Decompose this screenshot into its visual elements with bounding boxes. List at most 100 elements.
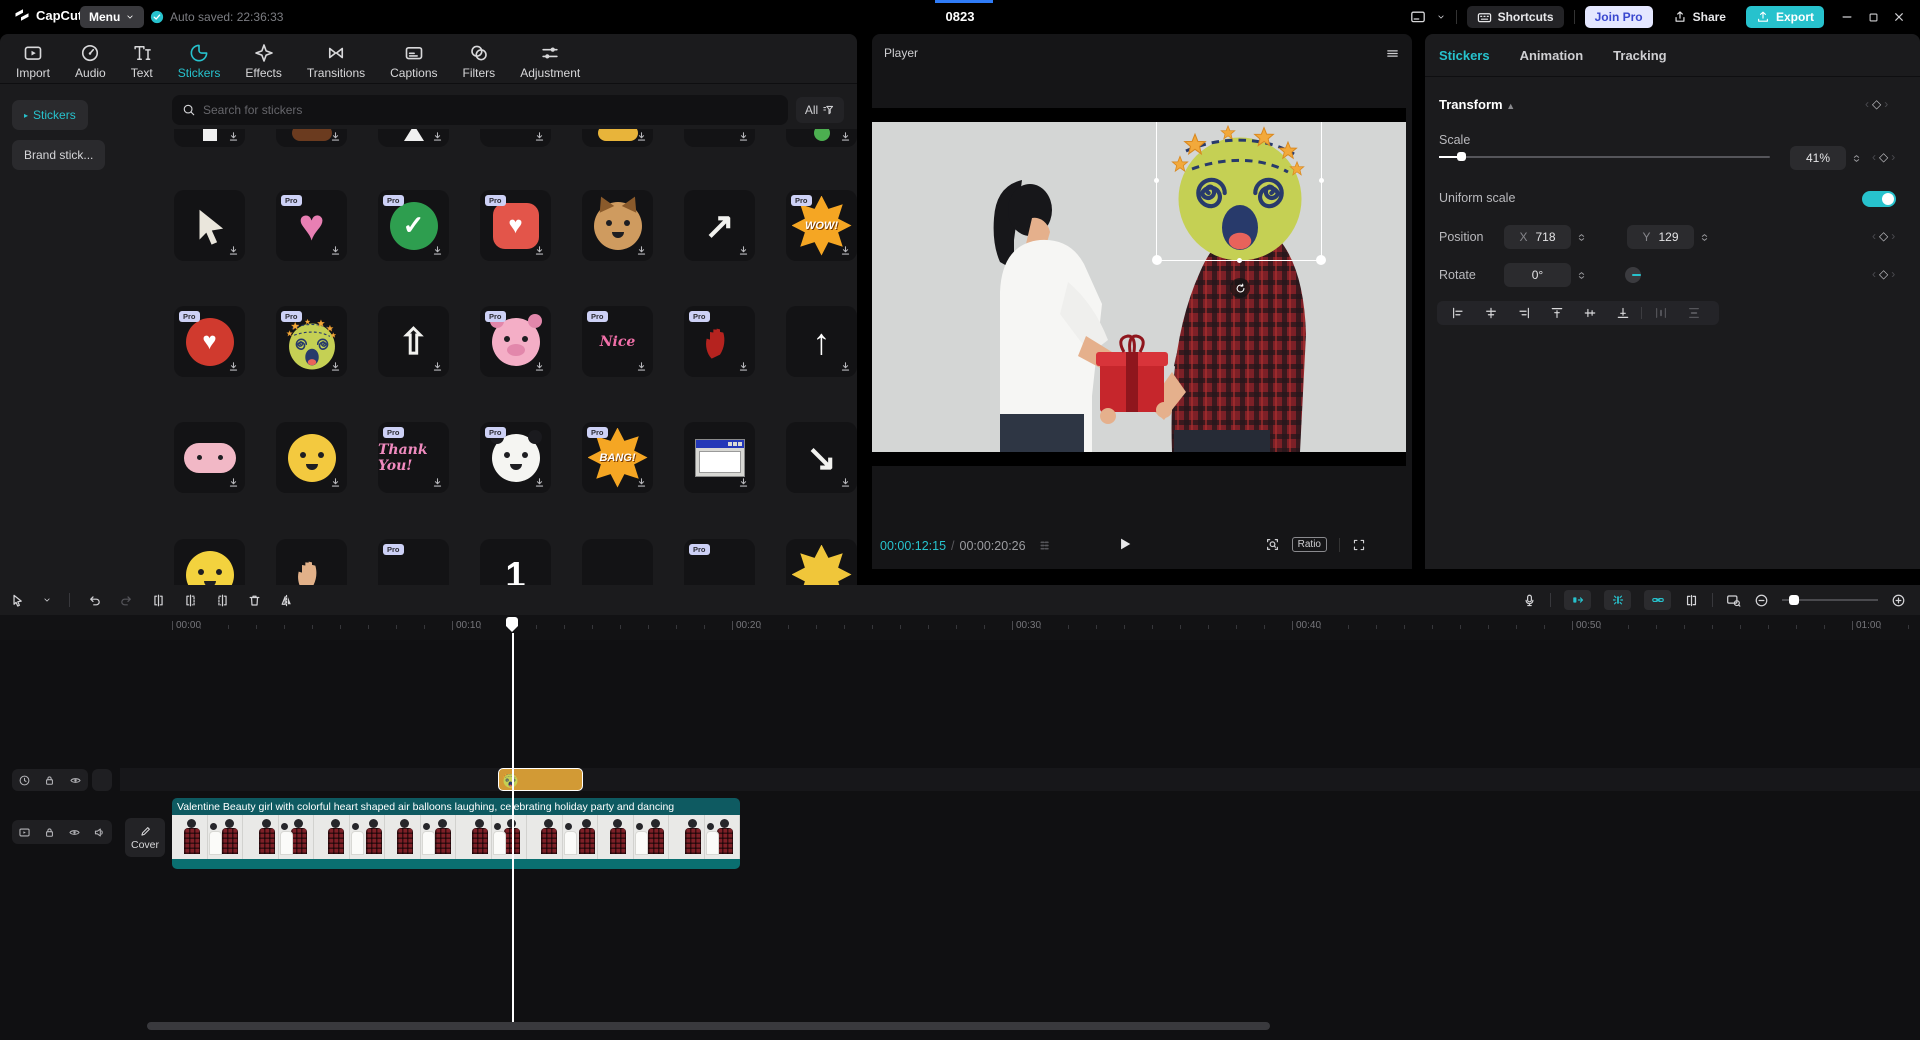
partial-sticker-1[interactable] bbox=[174, 129, 245, 147]
join-pro-button[interactable]: Join Pro bbox=[1585, 6, 1653, 28]
rotate-stepper[interactable] bbox=[1574, 263, 1589, 287]
download-icon[interactable] bbox=[737, 360, 750, 373]
download-icon[interactable] bbox=[431, 130, 444, 143]
media-tab-stickers[interactable]: Stickers bbox=[178, 43, 221, 80]
heart-hands-sticker[interactable] bbox=[276, 539, 347, 585]
rotate-knob[interactable] bbox=[1625, 267, 1641, 283]
track-preview-button[interactable] bbox=[18, 826, 31, 839]
position-y-field[interactable]: Y129 bbox=[1627, 225, 1694, 249]
lock-track-button[interactable] bbox=[43, 774, 56, 787]
sticker-track-extra[interactable] bbox=[92, 769, 112, 791]
scale-stepper[interactable] bbox=[1849, 146, 1864, 170]
partial-sticker-2[interactable] bbox=[276, 129, 347, 147]
play-button[interactable] bbox=[1115, 535, 1133, 553]
clip-duration-button[interactable] bbox=[18, 774, 31, 787]
panda-sticker[interactable]: Pro bbox=[480, 422, 551, 493]
download-icon[interactable] bbox=[635, 130, 648, 143]
download-icon[interactable] bbox=[329, 476, 342, 489]
partial-sticker-7[interactable] bbox=[786, 129, 857, 147]
link-preview-toggle[interactable] bbox=[1644, 590, 1671, 610]
split-view-button[interactable] bbox=[1684, 593, 1699, 608]
delete-button[interactable] bbox=[247, 593, 262, 608]
resize-handle-left[interactable] bbox=[1154, 178, 1159, 183]
media-tab-adjustment[interactable]: Adjustment bbox=[520, 43, 580, 80]
download-icon[interactable] bbox=[533, 130, 546, 143]
transform-section-header[interactable]: Transform ▲ bbox=[1439, 97, 1515, 112]
download-icon[interactable] bbox=[839, 244, 852, 257]
split-right-button[interactable] bbox=[215, 593, 230, 608]
sticker-search[interactable] bbox=[172, 95, 788, 125]
download-icon[interactable] bbox=[839, 476, 852, 489]
rotate-handle[interactable] bbox=[1230, 278, 1250, 298]
display-mode-caret-icon[interactable] bbox=[1436, 12, 1446, 22]
resize-handle-bottom[interactable] bbox=[1237, 258, 1242, 263]
timecode-grid-icon[interactable] bbox=[1037, 538, 1052, 553]
download-icon[interactable] bbox=[533, 360, 546, 373]
mute-track-button[interactable] bbox=[93, 826, 106, 839]
search-input[interactable] bbox=[203, 103, 778, 117]
video-clip[interactable]: Valentine Beauty girl with colorful hear… bbox=[172, 798, 740, 869]
undo-button[interactable] bbox=[87, 593, 102, 608]
download-icon[interactable] bbox=[227, 360, 240, 373]
timeline-horizontal-scrollbar[interactable] bbox=[147, 1022, 1270, 1030]
preview-axis-button[interactable] bbox=[1726, 593, 1741, 608]
scale-value-field[interactable]: 41% bbox=[1790, 146, 1846, 170]
curved-arrow-sticker[interactable]: ↘ bbox=[786, 422, 857, 493]
partial-sticker-6[interactable] bbox=[684, 129, 755, 147]
download-icon[interactable] bbox=[737, 244, 750, 257]
download-icon[interactable] bbox=[227, 244, 240, 257]
export-button[interactable]: Export bbox=[1746, 6, 1824, 28]
number-one-sticker[interactable]: 1 bbox=[480, 539, 551, 585]
transform-keyframe-nav[interactable]: ‹◇› bbox=[1865, 97, 1888, 111]
record-voiceover-button[interactable] bbox=[1522, 593, 1537, 608]
scribble-heart-sticker[interactable]: ♥Pro bbox=[276, 190, 347, 261]
preview-zoom-icon[interactable] bbox=[1265, 537, 1280, 552]
rotate-value-field[interactable]: 0° bbox=[1504, 263, 1571, 287]
media-tab-text[interactable]: Text bbox=[131, 43, 153, 80]
pig-sticker[interactable]: Pro bbox=[480, 306, 551, 377]
select-tool-button[interactable] bbox=[10, 593, 25, 608]
inspector-tab-tracking[interactable]: Tracking bbox=[1613, 48, 1666, 76]
shortcuts-button[interactable]: Shortcuts bbox=[1467, 6, 1564, 28]
sticker-selection-box[interactable] bbox=[1156, 122, 1322, 261]
timeline-ruler[interactable]: 00:0000:1000:2000:3000:4000:5001:00 bbox=[0, 615, 1920, 640]
rotate-keyframe-nav[interactable]: ‹◇› bbox=[1872, 267, 1895, 281]
download-icon[interactable] bbox=[533, 244, 546, 257]
chihuahua-sticker[interactable] bbox=[582, 190, 653, 261]
download-icon[interactable] bbox=[227, 130, 240, 143]
position-keyframe-nav[interactable]: ‹◇› bbox=[1872, 229, 1895, 243]
wow-sticker[interactable]: WOW!Pro bbox=[786, 190, 857, 261]
dizzy-emoji-sticker[interactable]: Pro bbox=[276, 306, 347, 377]
like-heart-box-sticker[interactable]: ♥Pro bbox=[480, 190, 551, 261]
zoom-slider-thumb[interactable] bbox=[1789, 595, 1799, 605]
resize-handle-bottom-right[interactable] bbox=[1316, 255, 1326, 265]
download-icon[interactable] bbox=[329, 130, 342, 143]
select-tool-caret[interactable] bbox=[42, 595, 52, 605]
hide-track-button[interactable] bbox=[69, 774, 82, 787]
cover-button[interactable]: Cover bbox=[125, 818, 165, 857]
like-heart-circle-sticker[interactable]: ♥Pro bbox=[174, 306, 245, 377]
align-left-button[interactable] bbox=[1441, 301, 1474, 325]
download-icon[interactable] bbox=[431, 476, 444, 489]
playhead-line[interactable] bbox=[512, 633, 514, 1022]
minimize-button[interactable] bbox=[1834, 4, 1860, 30]
download-icon[interactable] bbox=[227, 476, 240, 489]
download-icon[interactable] bbox=[635, 244, 648, 257]
figures-sticker[interactable] bbox=[582, 539, 653, 585]
green-check-sticker[interactable]: ✓Pro bbox=[378, 190, 449, 261]
share-button[interactable]: Share bbox=[1663, 6, 1736, 28]
resize-handle-bottom-left[interactable] bbox=[1152, 255, 1162, 265]
download-icon[interactable] bbox=[839, 360, 852, 373]
media-tab-captions[interactable]: Captions bbox=[390, 43, 437, 80]
zoom-in-button[interactable] bbox=[1891, 593, 1906, 608]
download-icon[interactable] bbox=[329, 360, 342, 373]
sketch-arrow-sticker[interactable]: ↗ bbox=[684, 190, 755, 261]
display-mode-icon[interactable] bbox=[1410, 9, 1426, 25]
handprint-sticker[interactable]: Pro bbox=[684, 306, 755, 377]
sticker-clip[interactable] bbox=[498, 768, 583, 791]
video-preview[interactable] bbox=[872, 108, 1406, 466]
media-tab-transitions[interactable]: Transitions bbox=[307, 43, 365, 80]
mirror-button[interactable] bbox=[279, 593, 294, 608]
player-menu-icon[interactable] bbox=[1385, 46, 1400, 61]
pensive-emoji-sticker[interactable] bbox=[276, 422, 347, 493]
